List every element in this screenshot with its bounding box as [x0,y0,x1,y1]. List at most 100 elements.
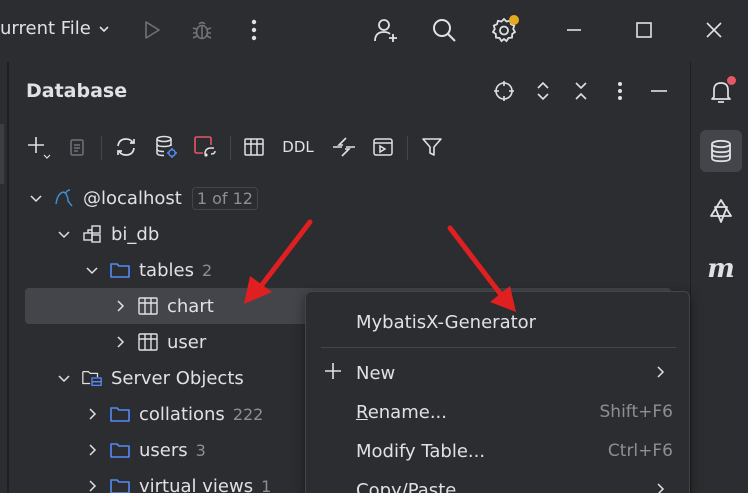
tree-node-server-objects[interactable]: Server Objects [57,360,244,396]
schema-icon [81,223,103,245]
menu-item-rename[interactable]: Rename... Shift+F6 [306,394,689,430]
menu-item-modify-table[interactable]: Modify Table... Ctrl+F6 [306,433,689,469]
context-menu: MybatisX-Generator New Rename... Shift+F… [305,291,690,493]
toolbar-separator [101,136,102,160]
menu-item-shortcut: Shift+F6 [599,402,673,422]
vertical-dots-icon[interactable] [607,78,633,104]
tree-node-count: 222 [232,404,264,424]
connection-count-badge: 1 of 12 [191,186,258,210]
folder-icon [109,475,131,493]
chevron-right-icon[interactable] [113,299,127,313]
maximize-icon[interactable] [630,16,658,44]
collapse-all-icon[interactable] [568,78,594,104]
chevron-right-icon[interactable] [85,407,99,421]
expand-collapse-icon[interactable] [530,78,556,104]
menu-item-copy-paste[interactable]: Copy/Paste [306,472,689,493]
menu-item-mybatisx-generator[interactable]: MybatisX-Generator [306,304,689,340]
notification-dot [727,76,736,85]
maven-label: m [707,254,735,284]
menu-separator [321,347,676,348]
chevron-right-icon[interactable] [113,335,127,349]
tree-node-label: @localhost [83,187,182,209]
notifications-icon[interactable] [700,70,742,112]
menu-item-new[interactable]: New [306,355,689,391]
toolbar-separator [230,136,231,160]
tree-node-count: 3 [195,440,206,460]
maven-icon[interactable]: m [700,248,742,290]
settings-notification-dot [509,15,519,25]
folder-icon [109,439,131,461]
tree-node-localhost[interactable]: @localhost 1 of 12 [29,180,258,216]
tree-node-tables[interactable]: tables 2 [85,252,212,288]
panel-toolbar: DDL [9,132,691,168]
tree-node-collations[interactable]: collations 222 [85,396,263,432]
run-configuration-selector[interactable]: urrent File [0,18,111,39]
server-folder-icon [81,367,103,389]
right-tool-strip: m [690,62,748,493]
refresh-icon[interactable] [111,132,141,162]
console-icon[interactable] [368,132,398,162]
tree-node-count: 2 [201,260,213,280]
chevron-down-icon[interactable] [57,371,71,385]
search-icon[interactable] [428,14,460,46]
ai-assistant-icon[interactable] [700,190,742,232]
filter-icon[interactable] [417,132,447,162]
close-icon[interactable] [700,16,728,44]
play-icon[interactable] [138,16,166,44]
database-icon[interactable] [700,130,742,172]
left-tool-strip [0,62,8,493]
chevron-right-icon[interactable] [85,443,99,457]
gear-icon[interactable] [487,13,521,47]
panel-title: Database [26,80,128,102]
toolbar-separator [407,136,408,160]
tree-node-users[interactable]: users 3 [85,432,206,468]
tree-node-user[interactable]: user [113,324,206,360]
tree-node-label: virtual views [139,475,254,493]
chevron-right-icon [655,363,667,384]
folder-icon [109,403,131,425]
data-source-properties-icon[interactable] [151,132,181,162]
ddl-button[interactable]: DDL [279,132,317,162]
chevron-down-icon[interactable] [85,263,99,277]
tree-node-label: tables [139,259,194,281]
tree-node-label: bi_db [111,223,160,245]
run-configuration-label: urrent File [0,18,91,39]
crosshair-icon[interactable] [491,78,517,104]
menu-item-label: Modify Table... [356,440,486,462]
plus-icon [323,361,343,386]
disconnect-icon[interactable] [190,132,220,162]
chevron-down-icon [99,25,109,32]
ddl-label: DDL [282,138,314,156]
minimize-panel-icon[interactable] [646,78,672,104]
tree-node-label: users [139,439,188,461]
tree-node-label: collations [139,403,225,425]
tree-node-count: 1 [261,476,272,493]
copy-icon[interactable] [62,132,92,162]
menu-item-label: New [356,362,396,384]
menu-item-label: Rename... [356,402,447,423]
chevron-right-icon[interactable] [85,479,99,493]
menu-mnemonic: R [356,401,368,423]
tree-node-virtual-views[interactable]: virtual views 1 [85,468,271,493]
chevron-down-icon[interactable] [29,191,43,205]
menu-mnemonic: C [356,479,369,493]
menu-item-label-rest: opy/Paste [368,479,457,493]
vertical-dots-icon[interactable] [240,16,268,44]
table-icon [137,331,159,353]
left-strip-accent [0,124,4,184]
title-bar: urrent File [0,0,748,62]
compare-icon[interactable] [329,132,359,162]
chevron-right-icon [655,480,667,493]
folder-icon [109,259,131,281]
bug-icon[interactable] [188,16,216,44]
chevron-down-icon[interactable] [57,227,71,241]
minimize-icon[interactable] [560,16,588,44]
table-icon[interactable] [239,132,269,162]
tree-node-label: user [167,331,207,353]
menu-item-label: Copy/Paste [356,480,456,493]
tree-node-bi-db[interactable]: bi_db [57,216,159,252]
menu-item-label-rest: ename... [367,401,447,423]
add-user-icon[interactable] [370,14,402,46]
menu-item-shortcut: Ctrl+F6 [607,441,673,461]
add-icon[interactable] [23,132,53,162]
